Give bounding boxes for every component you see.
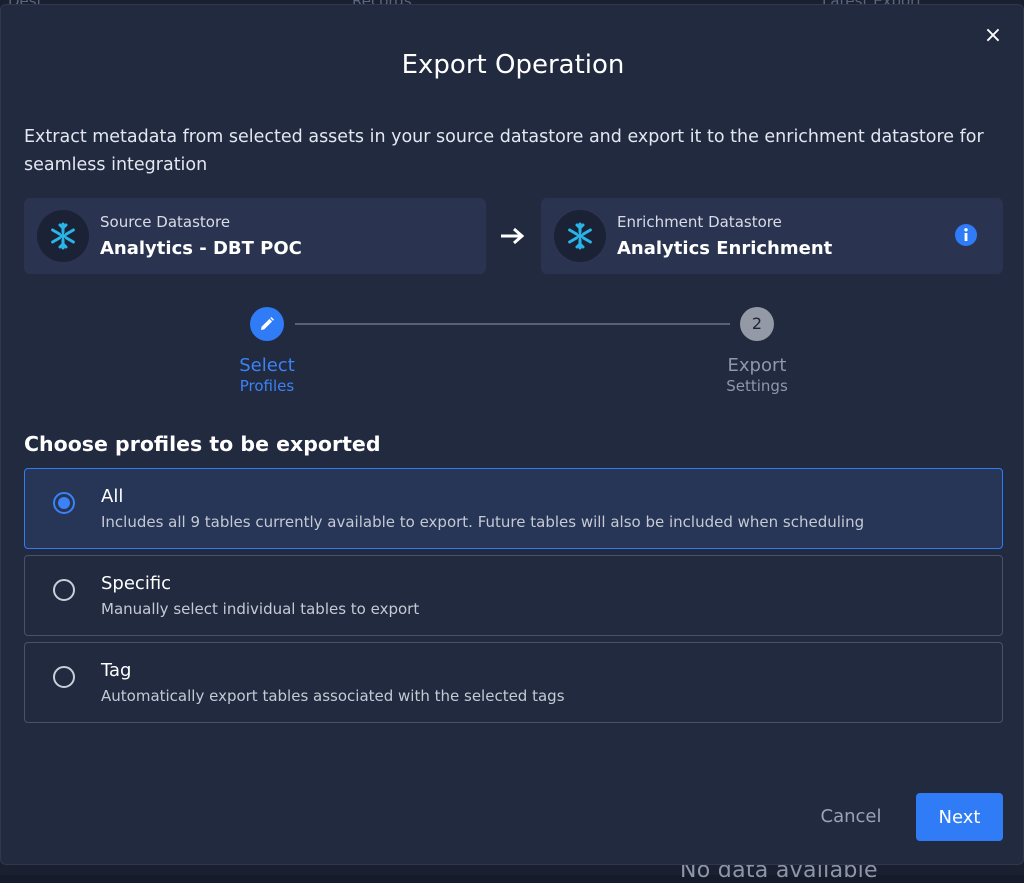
step-1-label: Select Profiles <box>197 355 337 395</box>
enrichment-datastore-card: Enrichment Datastore Analytics Enrichmen… <box>541 198 1003 274</box>
next-button[interactable]: Next <box>916 793 1003 841</box>
option-all-title: All <box>101 486 124 507</box>
option-specific[interactable]: Specific Manually select individual tabl… <box>24 555 1003 636</box>
profiles-heading: Choose profiles to be exported <box>24 432 381 456</box>
snowflake-icon <box>37 210 89 262</box>
enrichment-datastore-name: Analytics Enrichment <box>617 238 833 259</box>
step-1-title: Select <box>239 355 295 376</box>
option-all[interactable]: All Includes all 9 tables currently avai… <box>24 468 1003 549</box>
step-1-subtitle: Profiles <box>239 377 295 395</box>
export-operation-dialog: × Export Operation Extract metadata from… <box>0 4 1024 865</box>
step-1-indicator <box>250 307 284 341</box>
source-datastore-name: Analytics - DBT POC <box>100 238 302 259</box>
source-datastore-label: Source Datastore <box>100 213 231 231</box>
option-specific-description: Manually select individual tables to exp… <box>101 600 420 618</box>
option-specific-title: Specific <box>101 573 172 594</box>
arrow-right-icon <box>501 227 525 245</box>
dialog-title: Export Operation <box>401 50 625 80</box>
option-tag-description: Automatically export tables associated w… <box>101 687 565 705</box>
step-2-subtitle: Settings <box>726 377 788 395</box>
step-2-indicator: 2 <box>740 307 774 341</box>
option-tag-title: Tag <box>101 660 132 681</box>
enrichment-datastore-label: Enrichment Datastore <box>617 213 782 231</box>
source-datastore-card: Source Datastore Analytics - DBT POC <box>24 198 486 274</box>
pencil-icon <box>261 317 274 330</box>
snowflake-icon <box>554 210 606 262</box>
step-2-title: Export <box>727 355 787 376</box>
option-tag[interactable]: Tag Automatically export tables associat… <box>24 642 1003 723</box>
cancel-button[interactable]: Cancel <box>811 798 891 834</box>
option-all-description: Includes all 9 tables currently availabl… <box>101 513 865 531</box>
step-2-label: Export Settings <box>687 355 827 395</box>
radio-tag[interactable] <box>53 666 75 688</box>
close-icon[interactable]: × <box>980 23 1006 49</box>
stepper-connector <box>295 323 730 325</box>
info-icon[interactable] <box>954 223 978 247</box>
dialog-description: Extract metadata from selected assets in… <box>24 127 984 175</box>
radio-all[interactable] <box>53 492 75 514</box>
radio-specific[interactable] <box>53 579 75 601</box>
